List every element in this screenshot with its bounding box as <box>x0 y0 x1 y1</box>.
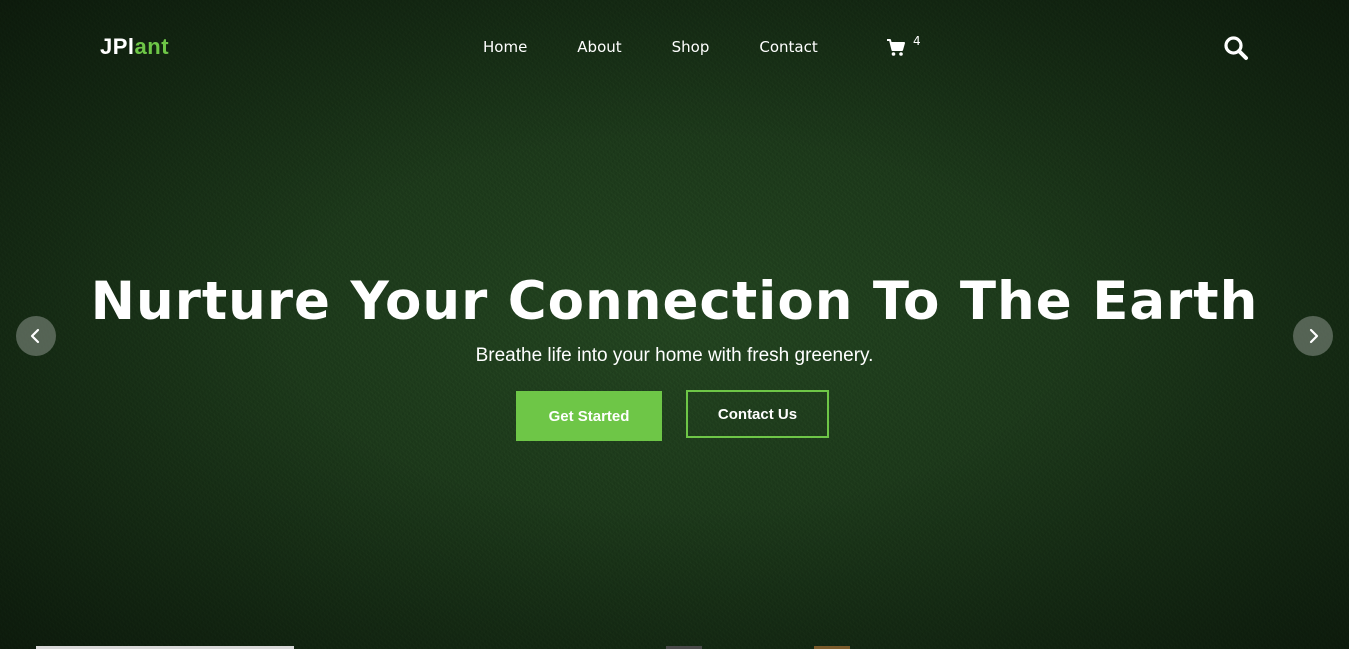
cart-button[interactable]: 4 <box>886 34 926 61</box>
carousel-prev-button[interactable] <box>16 316 56 356</box>
chevron-right-icon <box>1309 328 1319 344</box>
brand-logo[interactable]: JPlant <box>100 34 169 60</box>
nav-home[interactable]: Home <box>483 38 527 56</box>
nav-shop[interactable]: Shop <box>672 38 710 56</box>
chevron-left-icon <box>30 328 40 344</box>
main-nav: Home About Shop Contact <box>483 38 868 56</box>
logo-text-accent: ant <box>134 34 170 59</box>
search-button[interactable] <box>1223 35 1249 61</box>
hero-cta-group: Get Started Contact Us <box>516 390 829 441</box>
contact-us-button[interactable]: Contact Us <box>686 390 829 438</box>
get-started-button[interactable]: Get Started <box>516 391 662 441</box>
hero-carousel: JPlant Home About Shop Contact 4 Nurture… <box>0 0 1349 649</box>
logo-text-main: JPl <box>100 34 135 59</box>
hero-headline: Nurture Your Connection To The Earth <box>90 271 1259 332</box>
hero-subheadline: Breathe life into your home with fresh g… <box>475 345 874 366</box>
nav-about[interactable]: About <box>577 38 621 56</box>
navbar: JPlant Home About Shop Contact 4 <box>0 0 1349 95</box>
cart-count-badge: 4 <box>913 34 921 48</box>
cart-icon <box>887 39 905 56</box>
carousel-next-button[interactable] <box>1293 316 1333 356</box>
search-icon <box>1224 36 1248 60</box>
hero-content: Nurture Your Connection To The Earth Bre… <box>0 268 1349 368</box>
nav-contact[interactable]: Contact <box>759 38 817 56</box>
